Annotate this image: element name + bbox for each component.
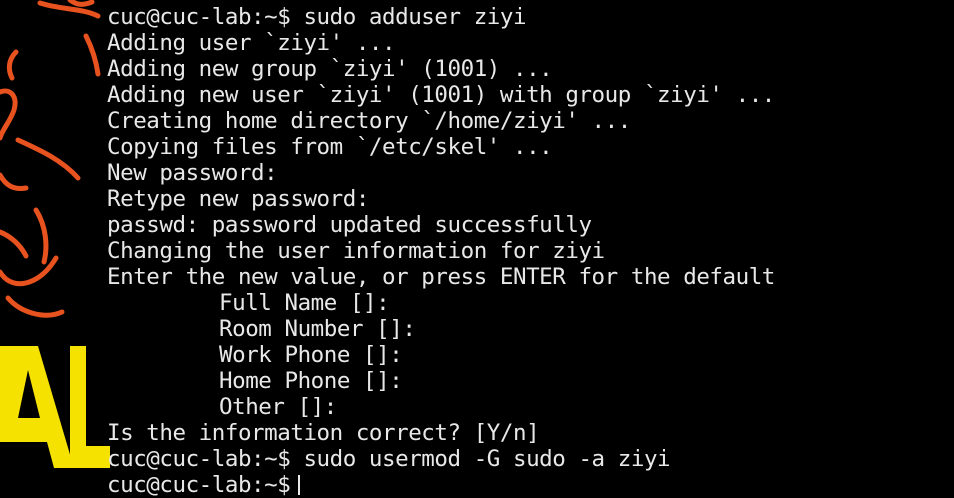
terminal-output-line: passwd: password updated successfully bbox=[107, 212, 592, 238]
terminal-command-line: cuc@cuc-lab:~$ sudo adduser ziyi bbox=[107, 4, 527, 30]
terminal-output-line: Creating home directory `/home/ziyi' ... bbox=[107, 108, 631, 134]
terminal-output-line: Work Phone []: bbox=[219, 342, 403, 368]
terminal-output-line: Retype new password: bbox=[107, 186, 369, 212]
terminal-window[interactable]: cuc@cuc-lab:~$ sudo adduser ziyi Adding … bbox=[0, 0, 954, 498]
terminal-output-line: Adding user `ziyi' ... bbox=[107, 30, 396, 56]
terminal-prompt: cuc@cuc-lab:~$ bbox=[107, 472, 291, 498]
terminal-prompt-line[interactable]: cuc@cuc-lab:~$ bbox=[107, 472, 301, 498]
terminal-output-line: Room Number []: bbox=[219, 316, 416, 342]
terminal-output-line: New password: bbox=[107, 160, 278, 186]
terminal-output-line: Is the information correct? [Y/n] bbox=[107, 420, 540, 446]
terminal-output-line: Other []: bbox=[219, 394, 337, 420]
terminal-output-line: Copying files from `/etc/skel' ... bbox=[107, 134, 553, 160]
text-cursor bbox=[298, 475, 301, 495]
terminal-output-line: Changing the user information for ziyi bbox=[107, 238, 605, 264]
terminal-output-line: Enter the new value, or press ENTER for … bbox=[107, 264, 775, 290]
terminal-output-line: Adding new group `ziyi' (1001) ... bbox=[107, 56, 553, 82]
terminal-command-line: cuc@cuc-lab:~$ sudo usermod -G sudo -a z… bbox=[107, 446, 671, 472]
terminal-output-line: Full Name []: bbox=[219, 290, 390, 316]
terminal-output-line: Home Phone []: bbox=[219, 368, 403, 394]
terminal-output-line: Adding new user `ziyi' (1001) with group… bbox=[107, 82, 775, 108]
